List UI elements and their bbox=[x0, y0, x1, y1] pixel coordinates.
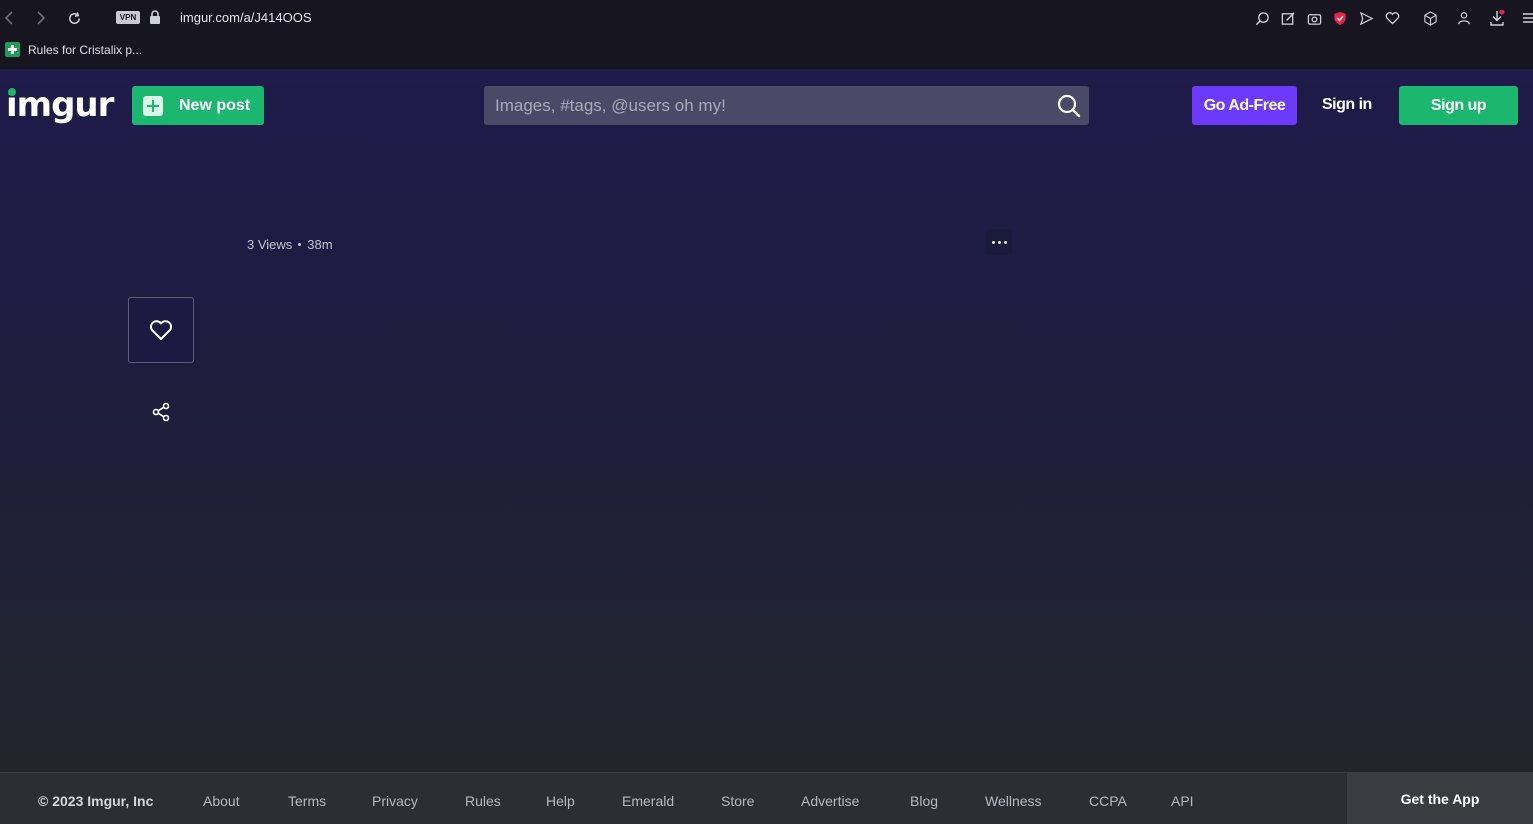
post-age: 38m bbox=[307, 237, 333, 252]
footer-link-api[interactable]: API bbox=[1171, 793, 1194, 809]
address-bar[interactable]: imgur.com/a/J414OOS bbox=[180, 10, 312, 25]
new-post-button[interactable]: New post bbox=[132, 86, 264, 125]
footer-link-wellness[interactable]: Wellness bbox=[985, 793, 1042, 809]
footer-link-privacy[interactable]: Privacy bbox=[372, 793, 418, 809]
copyright: © 2023 Imgur, Inc bbox=[38, 793, 154, 809]
footer-link-blog[interactable]: Blog bbox=[910, 793, 938, 809]
edit-icon[interactable] bbox=[1279, 9, 1297, 27]
menu-icon[interactable] bbox=[1520, 9, 1533, 27]
heart-icon[interactable] bbox=[1383, 9, 1401, 27]
share-icon[interactable] bbox=[148, 399, 174, 425]
send-icon[interactable] bbox=[1357, 9, 1375, 27]
imgur-page: imgur New post Go Ad-Free Sign in Sign u… bbox=[0, 69, 1533, 772]
download-icon[interactable] bbox=[1488, 9, 1506, 27]
view-count: 3 Views bbox=[247, 237, 293, 252]
footer-link-help[interactable]: Help bbox=[546, 793, 575, 809]
post-meta: 3 Views 38m bbox=[247, 237, 333, 252]
imgur-logo[interactable]: imgur bbox=[6, 85, 114, 125]
footer-link-rules[interactable]: Rules bbox=[465, 793, 501, 809]
camera-icon[interactable] bbox=[1305, 9, 1323, 27]
zoom-icon[interactable] bbox=[1253, 9, 1271, 27]
more-options-icon[interactable] bbox=[986, 229, 1012, 255]
forward-icon[interactable] bbox=[32, 9, 50, 27]
footer-link-ccpa[interactable]: CCPA bbox=[1089, 793, 1127, 809]
footer-link-terms[interactable]: Terms bbox=[288, 793, 326, 809]
go-ad-free-button[interactable]: Go Ad-Free bbox=[1192, 86, 1297, 125]
get-the-app-button[interactable]: Get the App bbox=[1347, 773, 1533, 824]
vpn-badge[interactable]: VPN bbox=[116, 11, 140, 24]
bookmark-rules-cristalix[interactable]: Rules for Cristalix p... bbox=[5, 42, 142, 57]
footer-link-about[interactable]: About bbox=[203, 793, 240, 809]
bookmarks-bar bbox=[0, 36, 1533, 69]
logo-dot bbox=[8, 88, 16, 96]
bookmark-label: Rules for Cristalix p... bbox=[28, 42, 143, 57]
favorite-button[interactable] bbox=[128, 297, 194, 363]
back-icon[interactable] bbox=[0, 9, 18, 27]
lock-icon[interactable] bbox=[149, 10, 161, 24]
footer-link-advertise[interactable]: Advertise bbox=[801, 793, 859, 809]
spreadsheet-icon bbox=[5, 42, 20, 57]
search-icon[interactable] bbox=[1057, 94, 1081, 118]
sign-up-button[interactable]: Sign up bbox=[1399, 86, 1518, 125]
footer-link-store[interactable]: Store bbox=[721, 793, 754, 809]
reload-icon[interactable] bbox=[65, 9, 83, 27]
search-bar bbox=[484, 86, 1089, 125]
new-post-label: New post bbox=[179, 96, 251, 114]
footer: © 2023 Imgur, Inc About Terms Privacy Ru… bbox=[0, 772, 1533, 824]
heart-outline-icon bbox=[149, 320, 173, 340]
profile-icon[interactable] bbox=[1455, 9, 1473, 27]
footer-link-emerald[interactable]: Emerald bbox=[622, 793, 674, 809]
shield-icon[interactable] bbox=[1331, 9, 1349, 27]
separator-dot bbox=[298, 243, 302, 246]
cube-icon[interactable] bbox=[1421, 9, 1439, 27]
plus-icon bbox=[143, 95, 163, 116]
search-input[interactable] bbox=[484, 86, 1044, 125]
browser-toolbar: VPN imgur.com/a/J414OOS bbox=[0, 0, 1533, 36]
sign-in-link[interactable]: Sign in bbox=[1322, 96, 1372, 114]
